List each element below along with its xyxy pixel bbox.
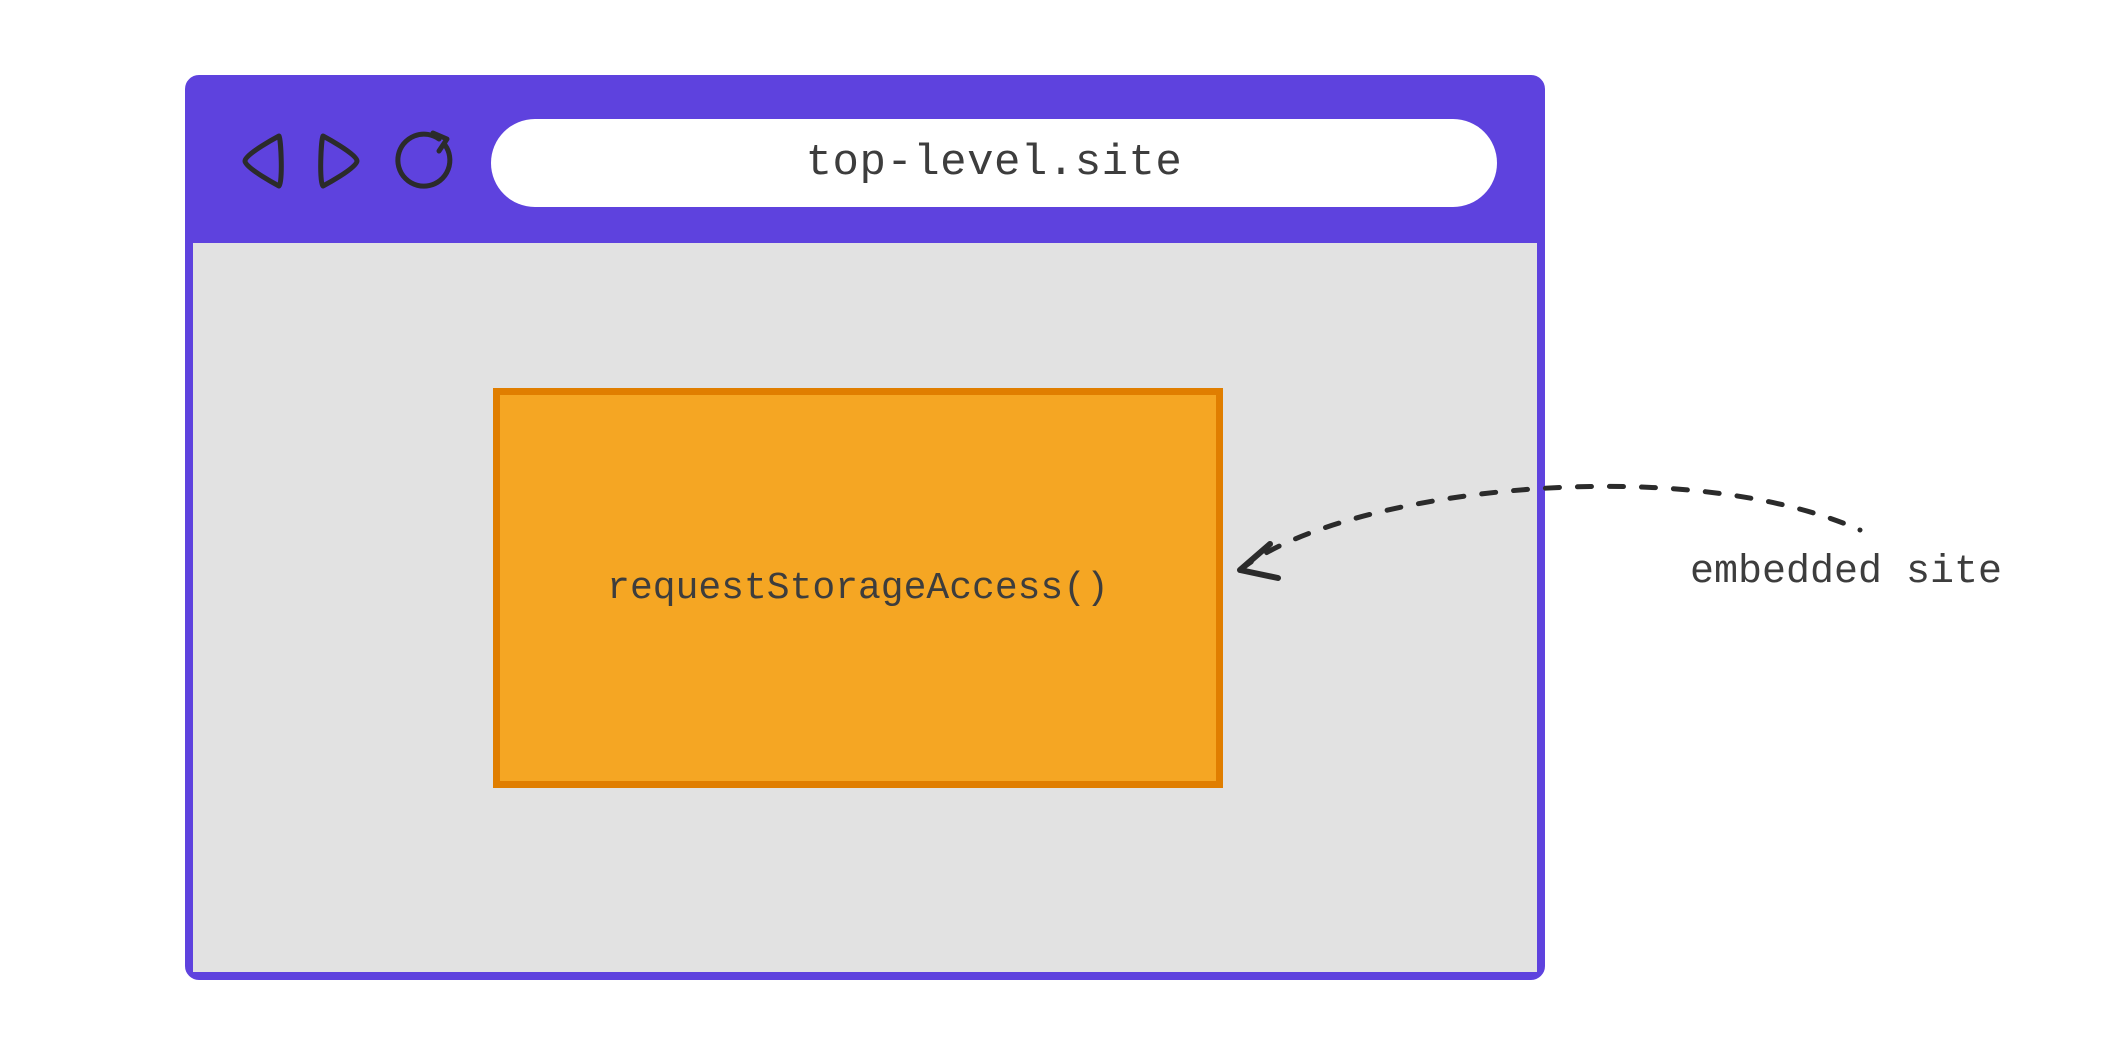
address-bar-text: top-level.site [806, 138, 1183, 188]
reload-icon[interactable] [389, 125, 461, 202]
embedded-iframe-code: requestStorageAccess() [607, 567, 1109, 610]
address-bar[interactable]: top-level.site [491, 119, 1497, 207]
nav-icon-group [233, 125, 461, 202]
back-icon[interactable] [233, 126, 291, 201]
browser-viewport: requestStorageAccess() [193, 243, 1537, 972]
forward-icon[interactable] [311, 126, 369, 201]
diagram-canvas: top-level.site requestStorageAccess() em… [0, 0, 2102, 1056]
embedded-iframe: requestStorageAccess() [493, 388, 1223, 788]
browser-toolbar: top-level.site [193, 83, 1537, 243]
browser-window: top-level.site requestStorageAccess() [185, 75, 1545, 980]
annotation-label: embedded site [1690, 550, 2002, 595]
